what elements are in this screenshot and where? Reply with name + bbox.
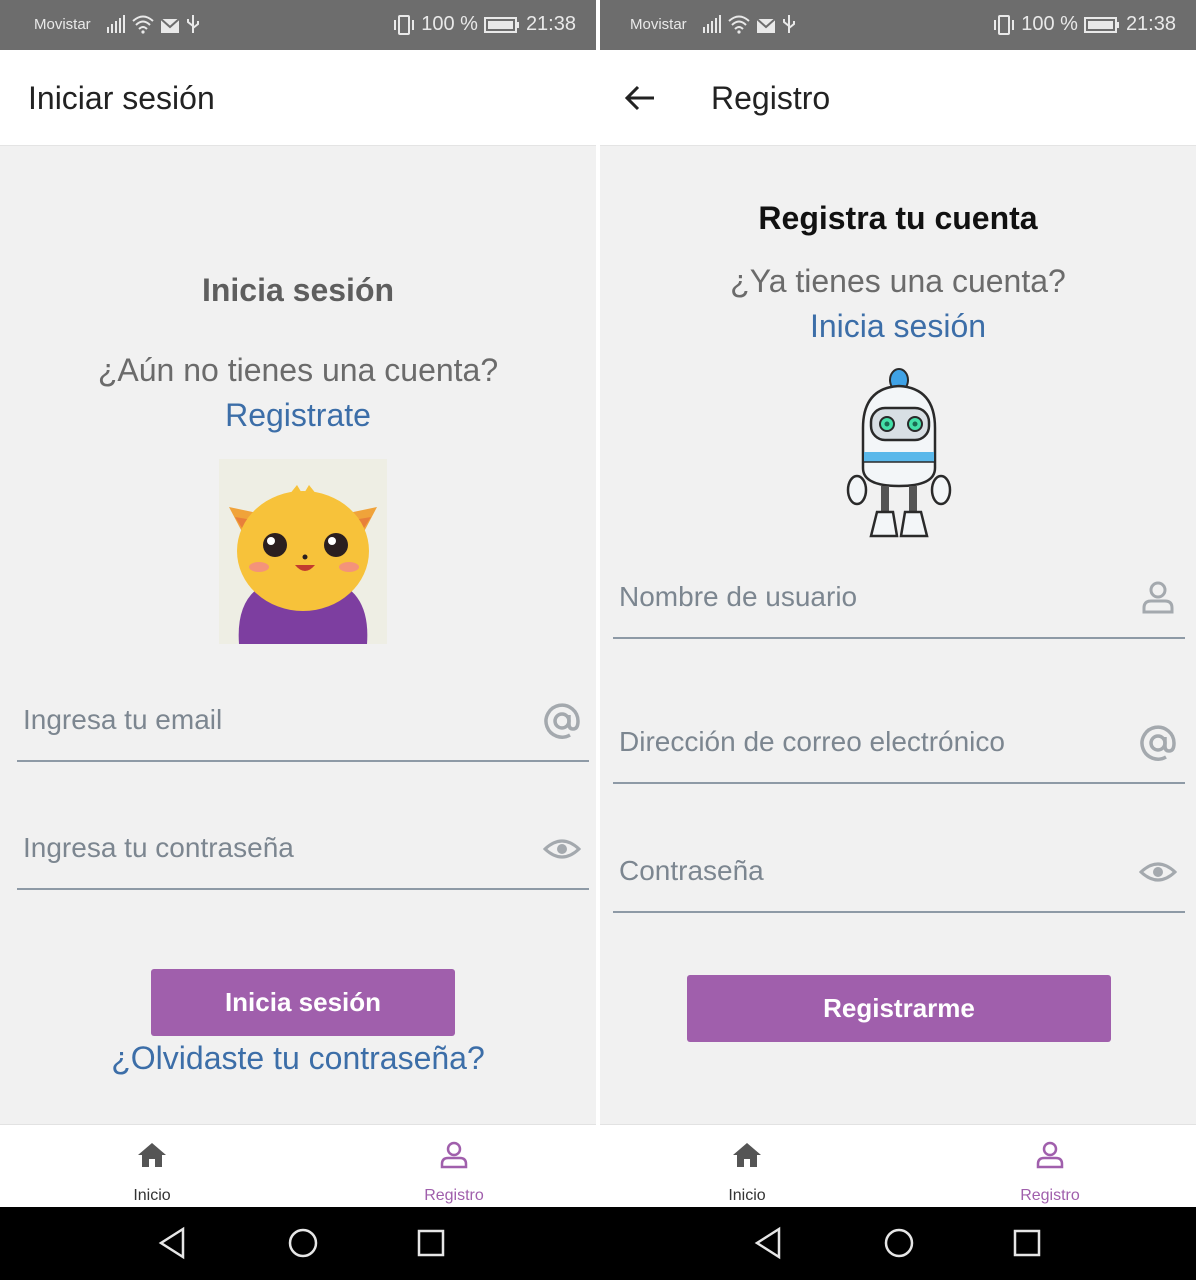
- home-icon: [138, 1143, 166, 1167]
- bottom-nav: Inicio Registro: [600, 1124, 1196, 1207]
- status-bar: Movistar 100 % 21:38: [600, 0, 1196, 50]
- battery-percent: 100 %: [421, 13, 478, 35]
- recents-square-icon[interactable]: [1009, 1225, 1045, 1261]
- back-triangle-icon[interactable]: [751, 1225, 787, 1261]
- username-input[interactable]: [619, 575, 1119, 619]
- battery-icon: [483, 16, 519, 33]
- nav-label-inicio: Inicio: [133, 1187, 171, 1204]
- usb-icon: [187, 15, 199, 33]
- signal-icon: [107, 15, 125, 33]
- cat-illustration: [219, 459, 387, 644]
- login-button[interactable]: Inicia sesión: [151, 969, 455, 1036]
- user-icon: [1036, 1141, 1064, 1169]
- email-field[interactable]: [17, 682, 589, 762]
- clock: 21:38: [525, 13, 576, 35]
- status-bar: Movistar 100 % 21:38: [0, 0, 596, 50]
- signal-icon: [703, 15, 721, 33]
- vibrate-icon: [994, 14, 1015, 35]
- have-account-text: ¿Ya tienes una cuenta?: [730, 263, 1066, 299]
- usb-icon: [783, 15, 795, 33]
- wifi-icon: [132, 15, 154, 34]
- user-icon: [440, 1141, 468, 1169]
- eye-icon[interactable]: [543, 830, 581, 868]
- battery-icon: [1083, 16, 1119, 33]
- nav-item-inicio[interactable]: Inicio: [647, 1125, 847, 1207]
- nav-item-registro[interactable]: Registro: [354, 1125, 554, 1207]
- password-input[interactable]: [619, 849, 1119, 893]
- home-circle-icon[interactable]: [285, 1225, 321, 1261]
- status-right: 100 % 21:38: [993, 13, 1176, 36]
- status-icons: [702, 14, 796, 34]
- battery-percent: 100 %: [1021, 13, 1078, 35]
- email-input[interactable]: [619, 720, 1119, 764]
- eye-icon[interactable]: [1139, 853, 1177, 891]
- at-sign-icon: [1140, 725, 1176, 761]
- login-heading: Inicia sesión: [201, 272, 395, 308]
- vibrate-icon: [394, 14, 415, 35]
- nav-label-registro: Registro: [424, 1187, 484, 1204]
- login-screen: Movistar 100 % 21:38 Iniciar sesión Inic…: [0, 0, 596, 1207]
- username-field[interactable]: [613, 559, 1185, 639]
- home-circle-icon[interactable]: [881, 1225, 917, 1261]
- register-link[interactable]: Registrate: [0, 397, 596, 434]
- forgot-password-link[interactable]: ¿Olvidaste tu contraseña?: [0, 1040, 596, 1077]
- back-triangle-icon[interactable]: [155, 1225, 191, 1261]
- at-sign-icon: [544, 703, 580, 739]
- carrier-label: Movistar: [34, 16, 91, 33]
- status-icons: [106, 14, 200, 34]
- carrier-label: Movistar: [630, 16, 687, 33]
- home-icon: [733, 1143, 761, 1167]
- nav-item-registro[interactable]: Registro: [950, 1125, 1150, 1207]
- page-title: Iniciar sesión: [28, 80, 215, 116]
- bottom-nav: Inicio Registro: [0, 1124, 596, 1207]
- password-input[interactable]: [23, 826, 523, 870]
- system-nav-bar: [0, 1207, 1196, 1280]
- register-heading: Registra tu cuenta: [758, 200, 1038, 236]
- wifi-icon: [728, 15, 750, 34]
- no-account-text: ¿Aún no tienes una cuenta?: [97, 352, 499, 388]
- nav-label-registro: Registro: [1020, 1187, 1080, 1204]
- email-field[interactable]: [613, 704, 1185, 784]
- nav-item-inicio[interactable]: Inicio: [52, 1125, 252, 1207]
- app-bar: Iniciar sesión: [0, 50, 596, 146]
- login-link[interactable]: Inicia sesión: [600, 308, 1196, 345]
- clock: 21:38: [1125, 13, 1176, 35]
- password-field[interactable]: [17, 810, 589, 890]
- page-title: Registro: [711, 80, 831, 116]
- nav-label-inicio: Inicio: [728, 1187, 766, 1204]
- password-field[interactable]: [613, 833, 1185, 913]
- recents-square-icon[interactable]: [413, 1225, 449, 1261]
- status-right: 100 % 21:38: [393, 13, 576, 36]
- register-button[interactable]: Registrarme: [687, 975, 1111, 1042]
- user-icon: [1142, 581, 1174, 614]
- mail-icon: [160, 18, 180, 33]
- arrow-left-icon[interactable]: [622, 80, 658, 116]
- app-bar: Registro: [600, 50, 1196, 146]
- email-input[interactable]: [23, 698, 523, 742]
- mail-icon: [756, 18, 776, 33]
- robot-illustration: [846, 368, 952, 538]
- register-screen: Movistar 100 % 21:38 Registro Registra t…: [600, 0, 1196, 1207]
